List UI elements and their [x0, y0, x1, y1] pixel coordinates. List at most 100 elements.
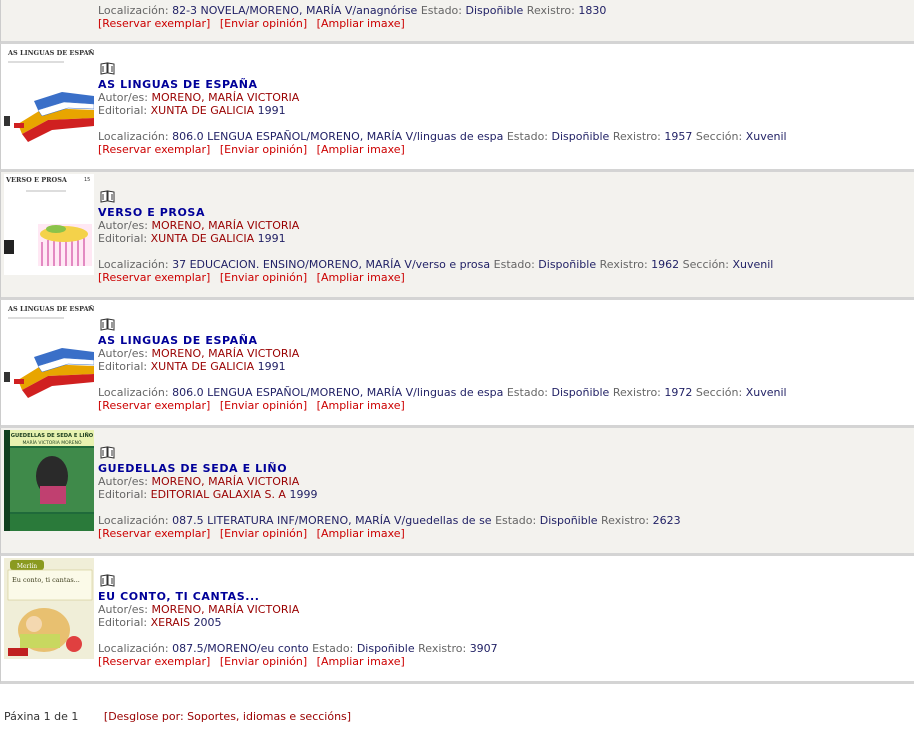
opinion-link[interactable]: [Enviar opinión] [220, 655, 307, 668]
cover-number: 15 [84, 177, 90, 183]
cover-brand: Merlín [17, 563, 37, 570]
year-value: 1991 [257, 360, 286, 373]
author-value[interactable]: MORENO, MARÍA VICTORIA [151, 91, 299, 104]
enlarge-image-link[interactable]: [Ampliar imaxe] [317, 655, 405, 668]
record-links: [Reservar exemplar] [Enviar opinión] [Am… [98, 17, 606, 30]
record-item: GUEDELLAS DE SEDA E LIÑO MARÍA VICTORIA … [0, 428, 914, 556]
reserve-link[interactable]: [Reservar exemplar] [98, 17, 210, 30]
status-label: Estado: [493, 258, 535, 271]
book-icon [100, 446, 116, 459]
publisher-label: Editorial: [98, 616, 148, 629]
book-icon [100, 62, 116, 75]
author-label: Autor/es: [98, 91, 148, 104]
location-value: 806.0 LENGUA ESPAÑOL/MORENO, MARÍA V/lin… [172, 386, 504, 399]
record-links: [Reservar exemplar] [Enviar opinión] [Am… [98, 527, 681, 540]
cover-author: MARÍA VICTORIA MORENO [22, 439, 81, 446]
author-value[interactable]: MORENO, MARÍA VICTORIA [151, 475, 299, 488]
section-value: Xuvenil [732, 258, 774, 271]
cover-number: 9 [88, 50, 91, 56]
book-icon [100, 190, 116, 203]
opinion-link[interactable]: [Enviar opinión] [220, 399, 307, 412]
location-label: Localización: [98, 258, 169, 271]
location-value: 806.0 LENGUA ESPAÑOL/MORENO, MARÍA V/lin… [172, 130, 504, 143]
opinion-link[interactable]: [Enviar opinión] [220, 271, 307, 284]
register-label: Rexistro: [612, 386, 661, 399]
pagination-footer: Páxina 1 de 1 [Desglose por: Soportes, i… [4, 710, 351, 723]
record-info: EU CONTO, TI CANTAS... Autor/es: MORENO,… [98, 574, 498, 668]
author-line: Autor/es: MORENO, MARÍA VICTORIA [98, 347, 787, 360]
enlarge-image-link[interactable]: [Ampliar imaxe] [317, 143, 405, 156]
publisher-value[interactable]: EDITORIAL GALAXIA S. A [151, 488, 286, 501]
enlarge-image-link[interactable]: [Ampliar imaxe] [317, 17, 405, 30]
location-label: Localización: [98, 130, 169, 143]
book-cover[interactable]: AS LINGUAS DE ESPAÑA 9 [4, 302, 94, 403]
record-title[interactable]: EU CONTO, TI CANTAS... [98, 590, 498, 603]
reserve-link[interactable]: [Reservar exemplar] [98, 143, 210, 156]
book-cover[interactable]: VERSO E PROSA 15 [4, 174, 94, 275]
location-value: 82-3 NOVELA/MORENO, MARÍA V/anagnórise [172, 4, 418, 17]
author-value[interactable]: MORENO, MARÍA VICTORIA [151, 219, 299, 232]
location-value: 087.5 LITERATURA INF/MORENO, MARÍA V/gue… [172, 514, 492, 527]
record-info: AS LINGUAS DE ESPAÑA Autor/es: MORENO, M… [98, 62, 787, 156]
reserve-link[interactable]: [Reservar exemplar] [98, 655, 210, 668]
holding-line: Localización: 37 EDUCACION. ENSINO/MOREN… [98, 258, 773, 271]
register-value: 1962 [651, 258, 680, 271]
status-label: Estado: [495, 514, 537, 527]
author-line: Autor/es: MORENO, MARÍA VICTORIA [98, 603, 498, 616]
publisher-line: Editorial: EDITORIAL GALAXIA S. A 1999 [98, 488, 681, 501]
book-cover[interactable]: GUEDELLAS DE SEDA E LIÑO MARÍA VICTORIA … [4, 430, 94, 531]
holding-line: Localización: 087.5 LITERATURA INF/MOREN… [98, 514, 681, 527]
record-item: AS LINGUAS DE ESPAÑA 9 AS LINGUAS DE ESP… [0, 300, 914, 428]
publisher-label: Editorial: [98, 488, 148, 501]
register-label: Rexistro: [526, 4, 575, 17]
status-value: Dispoñible [539, 514, 598, 527]
opinion-link[interactable]: [Enviar opinión] [220, 527, 307, 540]
enlarge-image-link[interactable]: [Ampliar imaxe] [317, 527, 405, 540]
book-icon [100, 318, 116, 331]
register-value: 3907 [469, 642, 498, 655]
record-title[interactable]: AS LINGUAS DE ESPAÑA [98, 334, 787, 347]
section-value: Xuvenil [745, 386, 787, 399]
publisher-value[interactable]: XUNTA DE GALICIA [151, 232, 255, 245]
location-label: Localización: [98, 514, 169, 527]
cover-number: 9 [88, 306, 91, 312]
author-label: Autor/es: [98, 475, 148, 488]
book-cover[interactable]: AS LINGUAS DE ESPAÑA 9 [4, 46, 94, 147]
register-label: Rexistro: [418, 642, 467, 655]
holding-line: Localización: 806.0 LENGUA ESPAÑOL/MOREN… [98, 130, 787, 143]
location-label: Localización: [98, 4, 169, 17]
section-label: Sección: [695, 130, 743, 143]
publisher-value[interactable]: XERAIS [151, 616, 190, 629]
reserve-link[interactable]: [Reservar exemplar] [98, 399, 210, 412]
record-title[interactable]: GUEDELLAS DE SEDA E LIÑO [98, 462, 681, 475]
status-value: Dispoñible [551, 130, 610, 143]
publisher-value[interactable]: XUNTA DE GALICIA [151, 104, 255, 117]
register-label: Rexistro: [599, 258, 648, 271]
opinion-link[interactable]: [Enviar opinión] [220, 143, 307, 156]
record-title[interactable]: VERSO E PROSA [98, 206, 773, 219]
enlarge-image-link[interactable]: [Ampliar imaxe] [317, 271, 405, 284]
publisher-line: Editorial: XERAIS 2005 [98, 616, 498, 629]
register-value: 1830 [578, 4, 607, 17]
publisher-label: Editorial: [98, 104, 148, 117]
record-links: [Reservar exemplar] [Enviar opinión] [Am… [98, 271, 773, 284]
publisher-value[interactable]: XUNTA DE GALICIA [151, 360, 255, 373]
reserve-link[interactable]: [Reservar exemplar] [98, 271, 210, 284]
page-indicator: Páxina 1 de 1 [4, 710, 79, 723]
reserve-link[interactable]: [Reservar exemplar] [98, 527, 210, 540]
register-label: Rexistro: [601, 514, 650, 527]
status-label: Estado: [506, 386, 549, 399]
register-value: 1972 [664, 386, 693, 399]
author-value[interactable]: MORENO, MARÍA VICTORIA [151, 603, 299, 616]
holding-line: Localización: 82-3 NOVELA/MORENO, MARÍA … [98, 4, 606, 17]
record-item: Merlín Eu conto, ti cantas... EU CONTO, … [0, 556, 914, 684]
book-cover[interactable]: Merlín Eu conto, ti cantas... [4, 558, 94, 659]
cover-title: VERSO E PROSA [5, 176, 68, 184]
author-value[interactable]: MORENO, MARÍA VICTORIA [151, 347, 299, 360]
enlarge-image-link[interactable]: [Ampliar imaxe] [317, 399, 405, 412]
record-item: VERSO E PROSA 15 VERSO E PROSA Autor/es:… [0, 172, 914, 300]
year-value: 1991 [257, 232, 286, 245]
breakdown-link[interactable]: [Desglose por: Soportes, idiomas e secci… [104, 710, 351, 723]
record-title[interactable]: AS LINGUAS DE ESPAÑA [98, 78, 787, 91]
opinion-link[interactable]: [Enviar opinión] [220, 17, 307, 30]
